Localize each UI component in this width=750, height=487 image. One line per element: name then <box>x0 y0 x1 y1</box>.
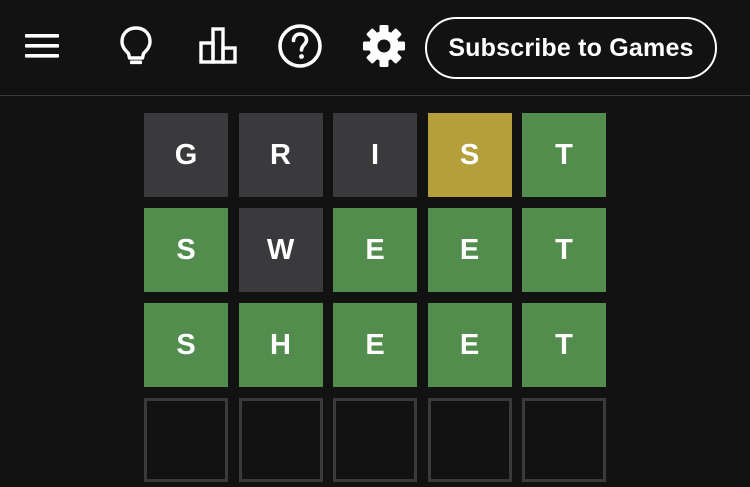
top-header: Subscribe to Games <box>0 0 750 96</box>
stats-button[interactable] <box>193 23 243 73</box>
empty-tile <box>522 398 606 482</box>
settings-button[interactable] <box>359 23 409 73</box>
letter-tile-correct: E <box>427 208 512 292</box>
letter-tile-correct: H <box>238 303 323 387</box>
empty-tile <box>238 398 323 482</box>
gear-icon <box>361 23 407 74</box>
letter-tile-present: S <box>427 113 512 197</box>
letter-tile-absent: W <box>238 208 323 292</box>
letter-tile-correct: E <box>427 303 512 387</box>
letter-tile-correct: S <box>144 303 228 387</box>
letter-tile-correct: T <box>522 303 606 387</box>
game-board: GRISTSWEETSHEET <box>144 113 606 482</box>
letter-tile-absent: R <box>238 113 323 197</box>
empty-tile <box>427 398 512 482</box>
letter-tile-correct: S <box>144 208 228 292</box>
letter-tile-correct: E <box>333 208 417 292</box>
menu-button[interactable] <box>18 23 68 73</box>
help-icon <box>277 23 323 74</box>
letter-tile-correct: E <box>333 303 417 387</box>
letter-tile-absent: I <box>333 113 417 197</box>
letter-tile-correct: T <box>522 113 606 197</box>
empty-tile <box>333 398 417 482</box>
stats-icon <box>197 26 239 70</box>
subscribe-label: Subscribe to Games <box>448 33 694 62</box>
letter-tile-absent: G <box>144 113 228 197</box>
lightbulb-icon <box>119 25 153 72</box>
hint-button[interactable] <box>111 23 161 73</box>
help-button[interactable] <box>275 23 325 73</box>
empty-tile <box>144 398 228 482</box>
letter-tile-correct: T <box>522 208 606 292</box>
subscribe-button[interactable]: Subscribe to Games <box>425 17 717 79</box>
menu-icon <box>25 33 61 64</box>
